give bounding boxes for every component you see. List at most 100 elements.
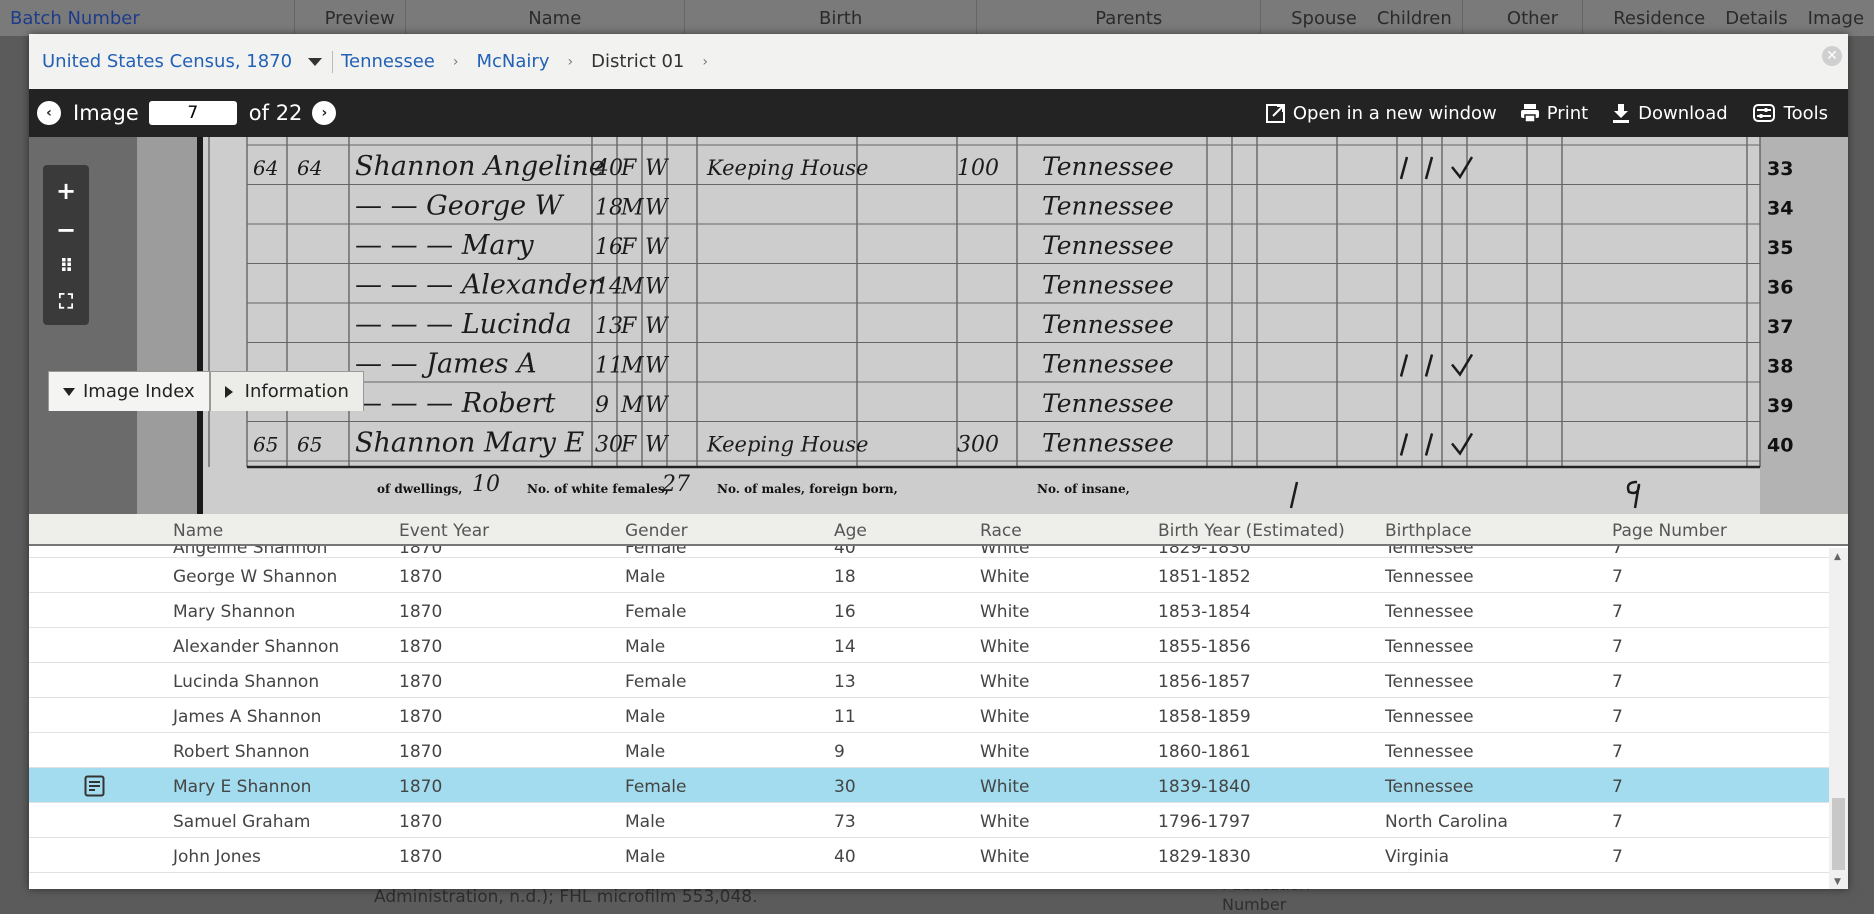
table-row[interactable]: Mary Shannon 1870 Female 16 White 1853-1854 Te…	[29, 593, 1848, 628]
col-page-number[interactable]: Page Number	[1612, 521, 1727, 541]
page-number-input[interactable]	[148, 101, 237, 125]
cell-age: 30	[834, 777, 856, 797]
sheet-name: Shannon Angeline	[355, 151, 605, 182]
cell-race: White	[980, 602, 1030, 622]
tools-button[interactable]: Tools	[1750, 102, 1828, 124]
sheet-occupation: Keeping House	[706, 433, 868, 457]
note-icon[interactable]	[84, 775, 105, 797]
print-button[interactable]: Print	[1519, 102, 1588, 124]
cell-age: 18	[834, 567, 856, 587]
cell-year: 1870	[399, 567, 443, 587]
scroll-up-icon[interactable]: ▲	[1834, 552, 1841, 562]
zoom-out-icon[interactable]: −	[56, 218, 76, 242]
sheet-name: — — — Lucinda	[355, 309, 572, 340]
breadcrumb-state[interactable]: Tennessee	[341, 51, 435, 72]
cell-race: White	[980, 707, 1030, 727]
sheet-race: W	[645, 393, 670, 418]
sheet-footer-dwellings-value: 10	[472, 472, 500, 497]
col-event-year[interactable]: Event Year	[399, 521, 489, 541]
table-scrollbar[interactable]: ▲ ▼	[1829, 548, 1848, 889]
breadcrumb-county[interactable]: McNairy	[477, 51, 550, 72]
previous-page-icon[interactable]: ‹	[37, 101, 61, 125]
download-label: Download	[1638, 102, 1728, 124]
bg-col-residence: Residence	[1613, 7, 1706, 29]
cell-page: 7	[1612, 847, 1623, 867]
table-row[interactable]: James A Shannon 1870 Male 11 White 1858-1859 T…	[29, 698, 1848, 733]
fullscreen-icon[interactable]: ⛶	[59, 291, 73, 311]
col-gender[interactable]: Gender	[625, 521, 688, 541]
open-new-window-button[interactable]: Open in a new window	[1265, 102, 1497, 124]
sheet-family-number: 65	[297, 433, 322, 457]
grid-view-icon[interactable]: ⠿	[59, 257, 73, 276]
cell-name: George W Shannon	[173, 567, 338, 587]
sheet-sex: M	[620, 354, 644, 379]
cell-name: Mary Shannon	[173, 602, 296, 622]
scroll-down-icon[interactable]: ▼	[1834, 877, 1841, 887]
cell-name: Lucinda Shannon	[173, 672, 320, 692]
sheet-birthplace: Tennessee	[1042, 271, 1174, 300]
cell-name: James A Shannon	[173, 707, 322, 727]
sheet-birthplace: Tennessee	[1042, 429, 1174, 458]
next-page-icon[interactable]: ›	[312, 101, 337, 125]
sheet-birthplace: Tennessee	[1042, 389, 1174, 418]
dropdown-caret-icon[interactable]	[308, 57, 323, 66]
cell-birthplace: Tennessee	[1385, 567, 1474, 587]
cell-page: 7	[1612, 672, 1623, 692]
sheet-footer-females-value: 27	[661, 472, 690, 497]
chevron-right-icon: ›	[452, 53, 459, 70]
table-row[interactable]: Angeline Shannon 1870 Female 40 White 1829-18…	[29, 546, 1848, 558]
sheet-line-number: 33	[1767, 158, 1793, 180]
table-row[interactable]: Mary E Shannon 1870 Female 30 White 1839-1840…	[29, 768, 1848, 803]
page-count-label: of 22	[248, 101, 303, 125]
cell-birth-year: 1839-1840	[1158, 777, 1251, 797]
image-viewer[interactable]: 33 64 64 Shannon Angeline 40 F W Keeping House 1…	[29, 137, 1848, 514]
cell-year: 1870	[399, 546, 443, 558]
cell-birthplace: Tennessee	[1385, 672, 1474, 692]
zoom-in-icon[interactable]: +	[56, 179, 76, 203]
table-row[interactable]: Alexander Shannon 1870 Male 14 White 1855-185…	[29, 628, 1848, 663]
sheet-race: W	[645, 196, 670, 221]
chevron-right-icon[interactable]: ›	[702, 54, 708, 70]
sheet-footer-females-label: No. of white females,	[527, 482, 669, 496]
col-birth-year[interactable]: Birth Year (Estimated)	[1158, 521, 1345, 541]
sheet-value: 300	[957, 433, 999, 458]
table-row[interactable]: Lucinda Shannon 1870 Female 13 White 1856-185…	[29, 663, 1848, 698]
cell-name: Samuel Graham	[173, 812, 311, 832]
table-row[interactable]: George W Shannon 1870 Male 18 White 1851-1852…	[29, 558, 1848, 593]
cell-gender: Female	[625, 777, 687, 797]
tab-image-index[interactable]: Image Index	[48, 371, 210, 411]
cell-race: White	[980, 742, 1030, 762]
table-row[interactable]: Robert Shannon 1870 Male 9 White 1860-1861 Ten…	[29, 733, 1848, 768]
col-name[interactable]: Name	[173, 521, 223, 541]
sheet-line-number: 39	[1767, 395, 1793, 417]
cell-year: 1870	[399, 777, 443, 797]
image-viewer-modal: United States Census, 1870 Tennessee › M…	[29, 34, 1848, 889]
close-icon[interactable]: ✕	[1822, 46, 1842, 66]
tab-information[interactable]: Information	[209, 371, 364, 411]
table-row[interactable]: Samuel Graham 1870 Male 73 White 1796-1797 Nor…	[29, 803, 1848, 838]
tools-icon	[1752, 104, 1775, 122]
breadcrumb: United States Census, 1870 Tennessee › M…	[29, 34, 1848, 89]
breadcrumb-collection[interactable]: United States Census, 1870	[42, 51, 292, 72]
cell-birthplace: Tennessee	[1385, 777, 1474, 797]
cell-year: 1870	[399, 637, 443, 657]
cell-race: White	[980, 637, 1030, 657]
col-age[interactable]: Age	[834, 521, 867, 541]
cell-age: 9	[834, 742, 845, 762]
cell-gender: Male	[625, 637, 666, 657]
scrollbar-thumb[interactable]	[1832, 798, 1845, 870]
census-sheet: 3364 64 Shannon Angeline40F W Keeping House 1…	[137, 137, 1848, 514]
cell-name: Mary E Shannon	[173, 777, 312, 797]
cell-page: 7	[1612, 742, 1623, 762]
col-race[interactable]: Race	[980, 521, 1022, 541]
census-page-image[interactable]: 33 64 64 Shannon Angeline 40 F W Keeping House 1…	[137, 137, 1848, 514]
cell-name: John Jones	[173, 847, 261, 867]
cell-birth-year: 1851-1852	[1158, 567, 1251, 587]
cell-race: White	[980, 812, 1030, 832]
table-row[interactable]: John Jones 1870 Male 40 White 1829-1830 Virgin…	[29, 838, 1848, 873]
table-header: Name Event Year Gender Age Race Birth Ye…	[29, 514, 1848, 546]
bg-col-batch-number: Batch Number	[10, 7, 140, 29]
download-button[interactable]: Download	[1610, 102, 1728, 124]
col-birthplace[interactable]: Birthplace	[1385, 521, 1472, 541]
cell-gender: Male	[625, 812, 666, 832]
